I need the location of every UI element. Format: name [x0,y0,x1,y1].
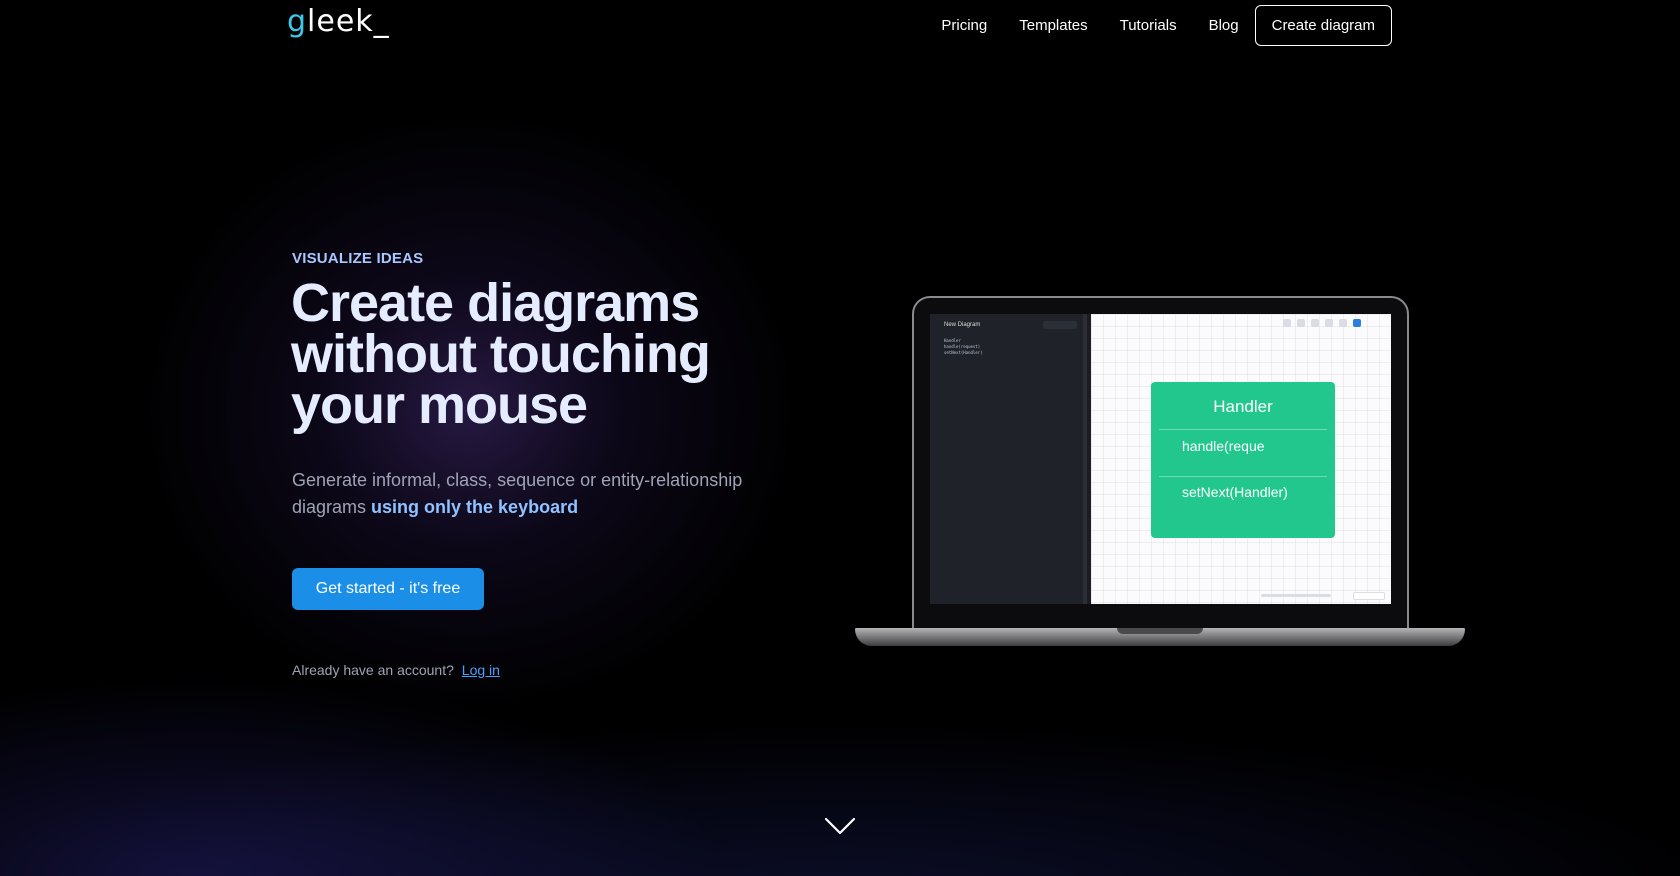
editor-title: New Diagram [944,322,981,328]
chevron-down-icon[interactable] [824,816,856,836]
nav-templates[interactable]: Templates [1019,17,1087,34]
class-name: Handler [1213,397,1273,416]
toolbar-icon [1339,319,1347,327]
toolbar-icon [1283,319,1291,327]
class-method: setNext(Handler) [1182,484,1288,500]
toolbar-icon [1297,319,1305,327]
diagram-type-select [1043,321,1077,329]
hero-eyebrow: VISUALIZE IDEAS [292,250,424,267]
nav-blog[interactable]: Blog [1209,17,1239,34]
toolbar-icon [1311,319,1319,327]
logo-letter-g: g [287,4,308,39]
zoom-slider [1261,594,1331,597]
code-line: setNext(Handler) [944,350,983,355]
laptop-notch [1117,628,1203,634]
toolbar-icon [1353,319,1361,327]
class-divider [1159,429,1327,430]
login-prompt-text: Already have an account? [292,662,454,678]
toolbar-icon [1325,319,1333,327]
zoom-button [1353,592,1385,600]
class-box-handler: Handler handle(reque setNext(Handler) [1151,382,1335,538]
logo-text: leek_ [307,4,390,39]
hero-subtext-highlight: using only the keyboard [371,497,579,517]
login-link[interactable]: Log in [462,662,500,678]
code-editor-panel: New Diagram Handler handle(request) setN… [930,314,1087,604]
class-method: handle(reque [1182,438,1265,454]
hero-subtext: Generate informal, class, sequence or en… [292,467,772,521]
nav-tutorials[interactable]: Tutorials [1120,17,1177,34]
get-started-button[interactable]: Get started - it's free [292,568,484,610]
nav-pricing[interactable]: Pricing [941,17,987,34]
top-nav: Pricing Templates Tutorials Blog Create … [909,4,1392,46]
landing-page: gleek_ Pricing Templates Tutorials Blog … [0,0,1680,876]
laptop-display: New Diagram Handler handle(request) setN… [930,314,1391,604]
hero-headline: Create diagrams without touching your mo… [291,273,711,435]
editor-code: Handler handle(request) setNext(Handler) [944,338,983,356]
create-diagram-button[interactable]: Create diagram [1254,4,1392,46]
class-divider [1159,476,1327,477]
diagram-canvas: Handler handle(reque setNext(Handler) [1091,314,1391,604]
login-prompt: Already have an account? Log in [292,662,500,678]
gleek-logo[interactable]: gleek_ [287,4,390,39]
